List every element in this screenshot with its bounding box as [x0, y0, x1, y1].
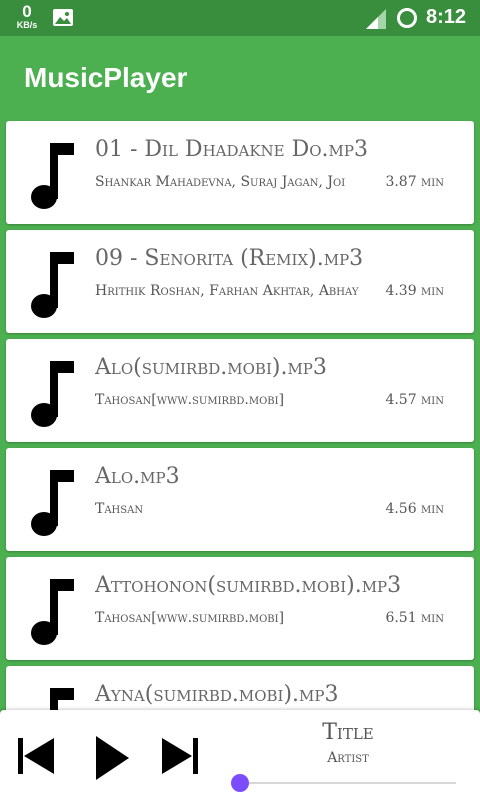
previous-icon[interactable]	[16, 736, 56, 776]
status-time: 8:12	[426, 6, 467, 28]
song-list-item[interactable]: Alo(sumirbd.mobi).mp3 Tahosan[www.sumirbd…	[6, 339, 474, 442]
song-title: Ayna(sumirbd.mobi).mp3	[95, 682, 339, 707]
music-note-icon	[30, 359, 76, 434]
status-bar: 0 KB/s 8:12	[0, 0, 480, 36]
app-title: MusicPlayer	[24, 62, 188, 93]
network-speed-unit: KB/s	[16, 20, 38, 30]
song-title: 09 - Senorita (Remix).mp3	[95, 246, 364, 271]
song-artist: Hrithik Roshan, Farhan Akhtar, Abhay	[95, 283, 359, 299]
song-list-item[interactable]: Ayna(sumirbd.mobi).mp3	[6, 666, 474, 710]
now-playing-artist: Artist	[327, 750, 369, 766]
next-icon[interactable]	[160, 736, 200, 776]
network-speed-value: 0	[22, 2, 32, 21]
song-list-item[interactable]: 01 - Dil Dhadakne Do.mp3 Shankar Mahadevn…	[6, 121, 474, 224]
song-artist: Tahsan	[95, 501, 144, 517]
seek-bar-thumb[interactable]	[231, 774, 249, 792]
song-artist: Shankar Mahadevna, Suraj Jagan, Joi	[95, 174, 346, 190]
music-note-icon	[30, 577, 76, 652]
play-icon[interactable]	[94, 736, 130, 780]
song-duration: 4.56 min	[385, 501, 444, 517]
network-speed-indicator: 0 KB/s	[12, 3, 42, 30]
song-duration: 6.51 min	[385, 610, 444, 626]
song-list-item[interactable]: Attohonon(sumirbd.mobi).mp3 Tahosan[www.s…	[6, 557, 474, 660]
player-bar: Title Artist	[0, 710, 480, 800]
app-bar: MusicPlayer	[0, 36, 480, 120]
music-note-icon	[30, 686, 76, 710]
song-title: 01 - Dil Dhadakne Do.mp3	[95, 137, 368, 162]
song-list[interactable]: 01 - Dil Dhadakne Do.mp3 Shankar Mahadevn…	[0, 120, 480, 710]
image-icon	[53, 9, 73, 26]
song-title: Attohonon(sumirbd.mobi).mp3	[95, 573, 402, 598]
song-list-item[interactable]: Alo.mp3 Tahsan 4.56 min	[6, 448, 474, 551]
song-duration: 4.57 min	[385, 392, 444, 408]
signal-icon	[366, 9, 386, 29]
music-note-icon	[30, 141, 76, 216]
circle-icon	[397, 8, 417, 28]
song-list-item[interactable]: 09 - Senorita (Remix).mp3 Hrithik Roshan,…	[6, 230, 474, 333]
song-duration: 4.39 min	[385, 283, 444, 299]
song-artist: Tahosan[www.sumirbd.mobi]	[95, 392, 285, 408]
song-duration: 3.87 min	[385, 174, 444, 190]
seek-bar[interactable]	[231, 774, 456, 792]
now-playing-title: Title	[322, 720, 374, 745]
song-artist: Tahosan[www.sumirbd.mobi]	[95, 610, 285, 626]
song-title: Alo.mp3	[95, 464, 180, 489]
music-note-icon	[30, 468, 76, 543]
music-note-icon	[30, 250, 76, 325]
song-title: Alo(sumirbd.mobi).mp3	[95, 355, 327, 380]
